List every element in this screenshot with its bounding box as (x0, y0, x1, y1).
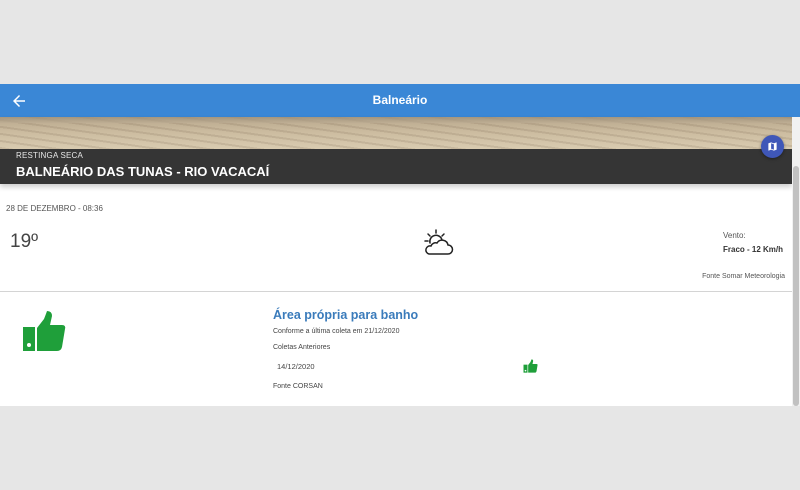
partly-cloudy-icon (423, 228, 455, 263)
beach-name: BALNEÁRIO DAS TUNAS - RIO VACACAÍ (16, 164, 270, 179)
app-container: Balneário RESTINGA SECA BALNEÁRIO DAS TU… (0, 84, 800, 406)
weather-datetime: 28 DE DEZEMBRO - 08:36 (6, 204, 103, 213)
scrollbar-thumb[interactable] (793, 166, 799, 406)
water-status: Área própria para banho (273, 308, 419, 322)
page-title: Balneário (372, 93, 428, 107)
beach-header: RESTINGA SECA BALNEÁRIO DAS TUNAS - RIO … (0, 117, 792, 184)
collection-source: Fonte CORSAN (273, 383, 323, 390)
top-app-bar: Balneário (0, 84, 800, 117)
map-button[interactable] (761, 135, 784, 158)
weather-source: Fonte Somar Meteorologia (702, 273, 785, 280)
thumbs-up-icon (22, 310, 66, 357)
wind-value: Fraco - 12 Km/h (723, 245, 784, 254)
beach-photo (0, 117, 792, 149)
temperature: 19º (10, 231, 39, 252)
previous-collections-label: Coletas Anteriores (273, 344, 331, 351)
thumbs-up-icon (523, 359, 538, 378)
previous-collection-date: 14/12/2020 (277, 362, 315, 371)
last-collection: Conforme a última coleta em 21/12/2020 (273, 328, 400, 335)
wind-label: Vento: (723, 231, 746, 240)
city-name: RESTINGA SECA (16, 151, 84, 160)
section-divider (0, 291, 792, 292)
